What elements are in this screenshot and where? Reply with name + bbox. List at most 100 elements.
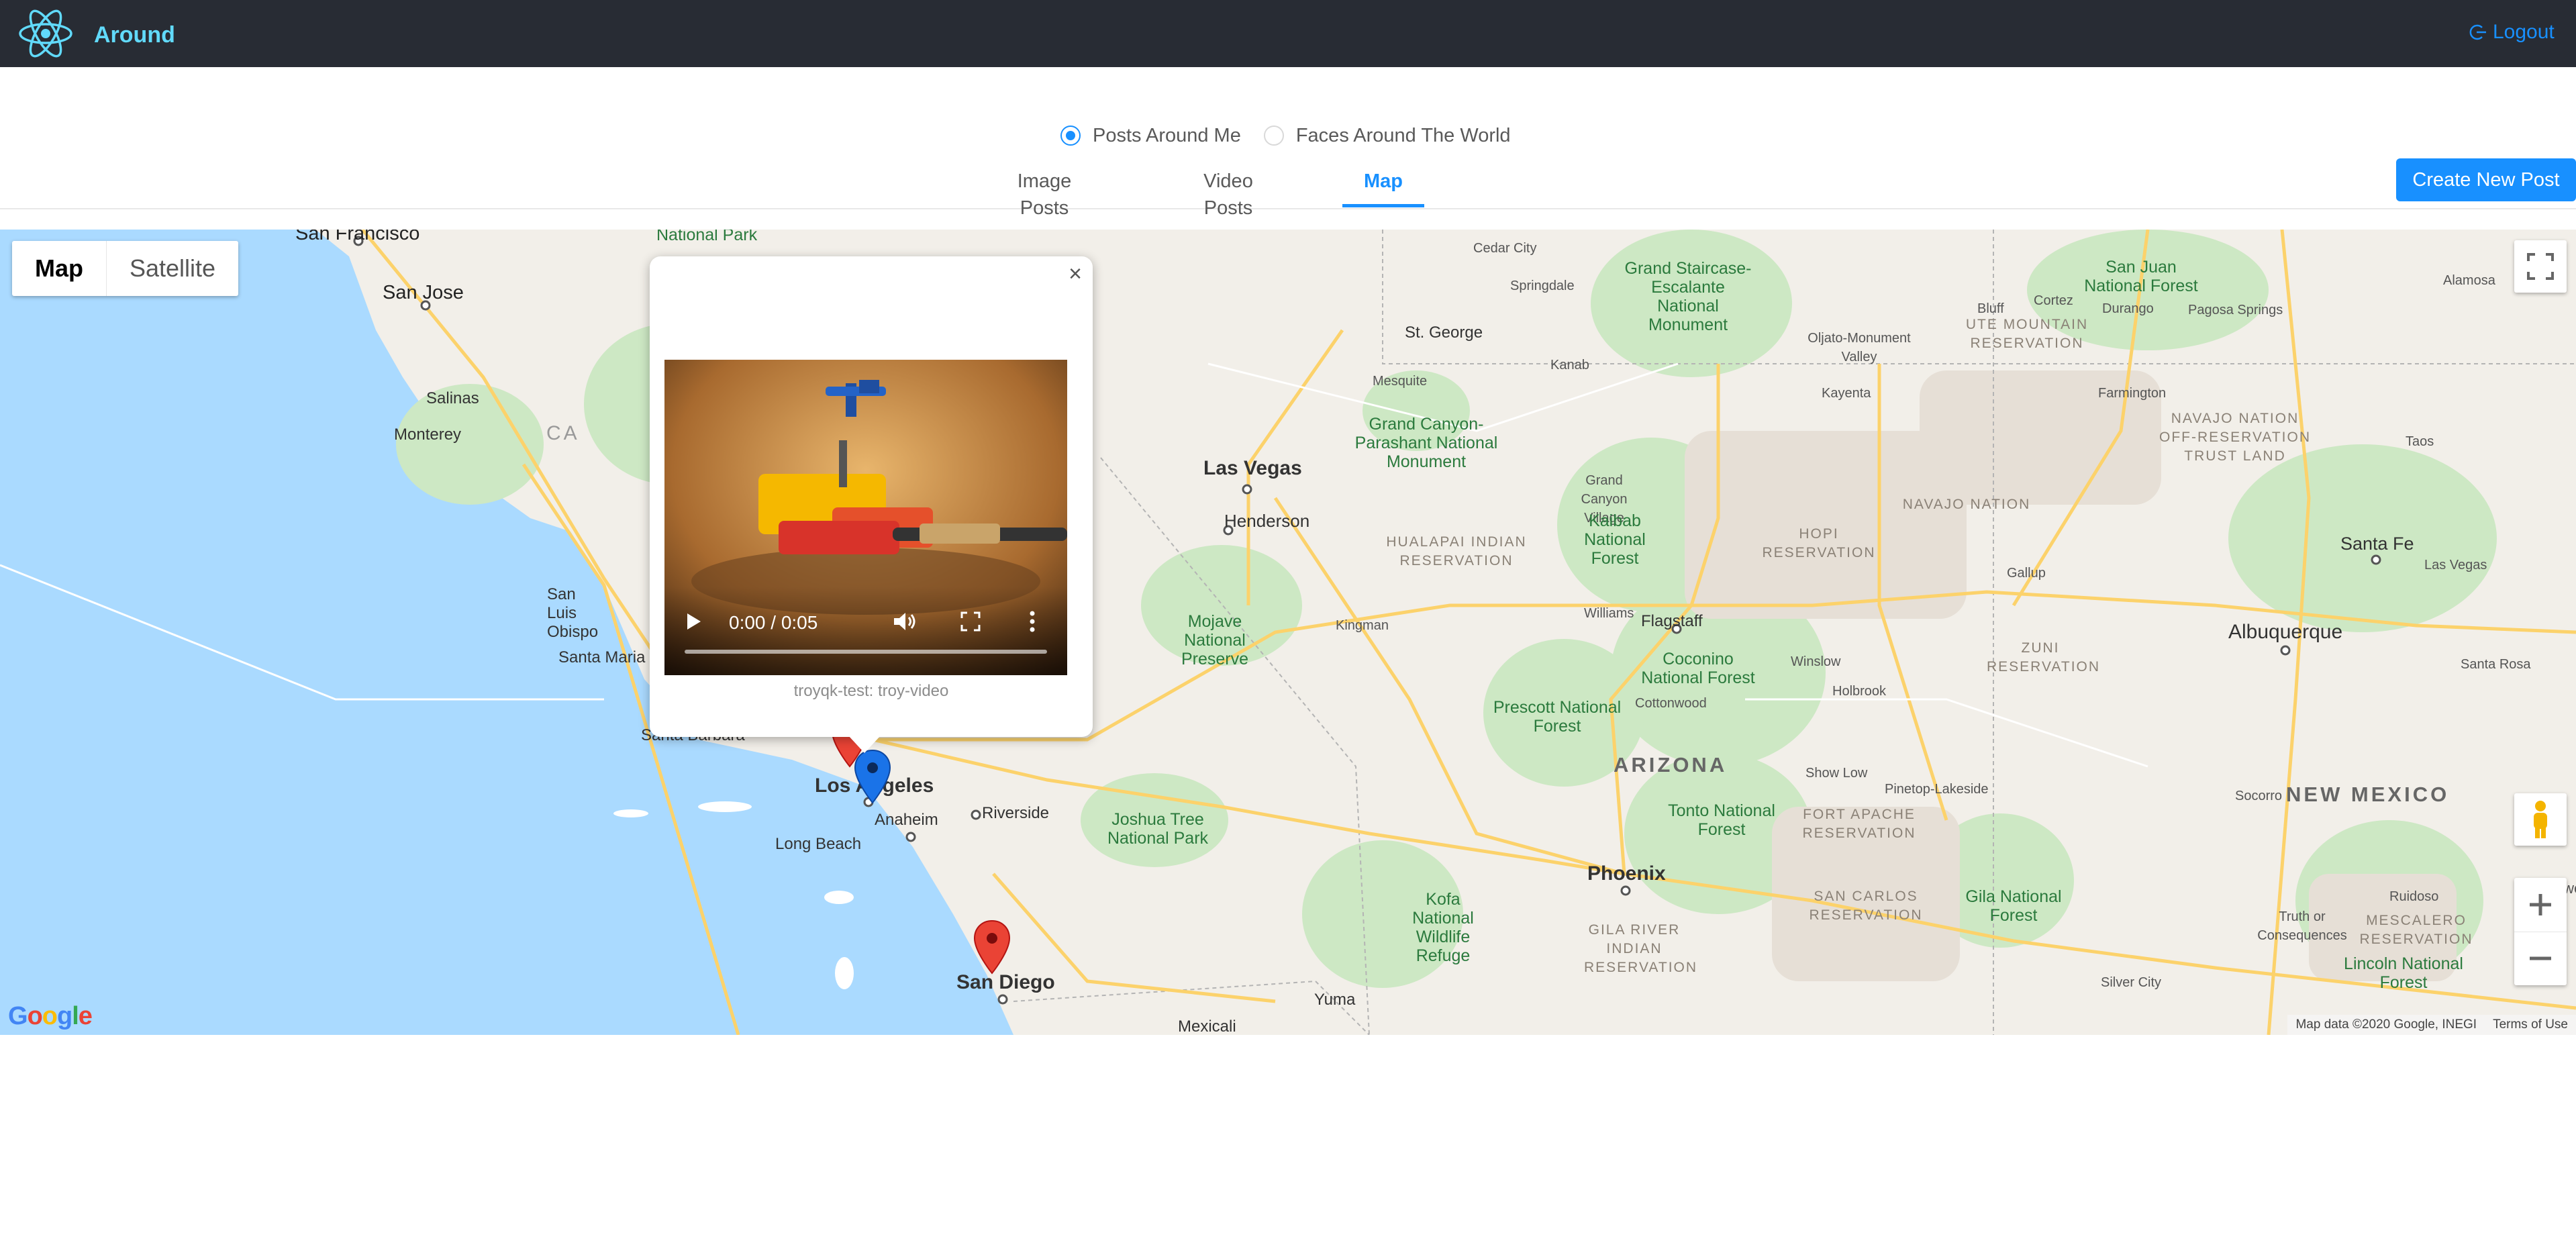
map-label-mesquite: Mesquite	[1373, 374, 1428, 389]
posts-filter-radio-group: Posts Around Me Faces Around The World	[1060, 121, 1511, 150]
radio-checked-icon	[1060, 126, 1081, 146]
zoom-in-button[interactable]	[2514, 878, 2567, 932]
tab-video-posts[interactable]: Video Posts	[1180, 168, 1277, 219]
map-label-cottonwood: Cottonwood	[1635, 696, 1707, 711]
map-label-pinetop: Pinetop-Lakeside	[1885, 782, 1989, 797]
map-label-farmington: Farmington	[2098, 386, 2167, 401]
map-label-santa-rosa: Santa Rosa	[2461, 657, 2531, 672]
map-label-hualapai: HUALAPAI INDIAN RESERVATION	[1386, 534, 1527, 568]
info-window-close-button[interactable]: ×	[1060, 259, 1090, 289]
app-title: Around	[94, 22, 175, 48]
post-caption: troyqk-test: troy-video	[793, 682, 949, 700]
map-label-kaibab: Kaibab National Forest	[1584, 511, 1646, 568]
terms-of-use-link[interactable]: Terms of Use	[2493, 1017, 2568, 1032]
map-label-mexicali: Mexicali	[1178, 1017, 1236, 1035]
map-type-control: Map Satellite	[12, 241, 238, 296]
pegman-icon	[2534, 801, 2547, 838]
map-label-las-vegas-nm: Las Vegas	[2424, 558, 2487, 572]
map-type-satellite-button[interactable]: Satellite	[107, 241, 238, 296]
play-button[interactable]	[679, 607, 709, 636]
map-label-riverside: Riverside	[982, 804, 1050, 822]
google-map[interactable]: San Francisco San Jose Salinas Monterey …	[0, 230, 2576, 1035]
google-logo: Google	[8, 1002, 93, 1030]
active-tab-indicator	[1342, 204, 1424, 207]
map-zoom-control	[2514, 878, 2567, 985]
map-label-long-beach: Long Beach	[775, 835, 862, 853]
map-label-arizona: ARIZONA	[1614, 753, 1728, 777]
map-label-san-carlos: SAN CARLOS RESERVATION	[1809, 889, 1923, 923]
minus-icon	[2530, 956, 2551, 960]
map-label-san-diego: San Diego	[956, 971, 1055, 993]
tab-image-posts[interactable]: Image Posts	[993, 168, 1095, 219]
map-label-cortez: Cortez	[2034, 293, 2073, 308]
map-label-joshua-tree: Joshua Tree National Park	[1107, 810, 1209, 848]
map-label-holbrook: Holbrook	[1832, 684, 1887, 699]
logout-link[interactable]: Logout	[2469, 19, 2576, 46]
post-tabs: Image Posts Video Posts Map	[0, 161, 2576, 219]
map-data-credit: Map data ©2020 Google, INEGI	[2295, 1017, 2477, 1032]
street-view-pegman[interactable]	[2514, 793, 2567, 846]
post-video-player[interactable]: 0:00 / 0:05	[664, 360, 1067, 675]
map-label-alamosa: Alamosa	[2443, 273, 2495, 288]
video-more-options-button[interactable]	[1018, 607, 1047, 636]
map-marker-blue-selected[interactable]	[852, 749, 893, 805]
map-label-show-low: Show Low	[1805, 766, 1868, 781]
map-label-zuni: ZUNI RESERVATION	[1987, 640, 2101, 675]
map-label-gila-forest: Gila National Forest	[1965, 887, 2062, 925]
video-controls: 0:00 / 0:05	[664, 587, 1067, 675]
map-marker-red[interactable]	[972, 919, 1012, 976]
create-new-post-button[interactable]: Create New Post	[2396, 158, 2576, 201]
map-label-navajo-offres: NAVAJO NATION OFF-RESERVATION TRUST LAND	[2159, 411, 2311, 464]
map-label-navajo-nation: NAVAJO NATION	[1902, 497, 2031, 512]
map-label-fort-apache: FORT APACHE RESERVATION	[1802, 807, 1916, 841]
map-label-truth-or-consequences: Truth or Consequences	[2257, 909, 2347, 943]
radio-faces-around-world[interactable]: Faces Around The World	[1263, 124, 1511, 147]
map-label-san-francisco: San Francisco	[295, 230, 420, 244]
tab-map[interactable]: Map	[1342, 168, 1424, 207]
radio-label: Faces Around The World	[1295, 124, 1511, 146]
map-label-kofa: Kofa National Wildlife Refuge	[1412, 890, 1474, 965]
map-label-prescott: Prescott National Forest	[1493, 698, 1622, 736]
radio-posts-around-me[interactable]: Posts Around Me	[1060, 125, 1241, 147]
map-label-flagstaff: Flagstaff	[1641, 612, 1703, 630]
map-info-window: × 0:00 / 0:05 troyqk-test: troy-video	[650, 256, 1093, 753]
map-label-ca-state: CA	[546, 422, 580, 444]
map-label-socorro: Socorro	[2235, 789, 2283, 803]
map-attribution: Map data ©2020 Google, INEGI Terms of Us…	[2287, 1015, 2576, 1035]
logout-icon	[2469, 24, 2486, 40]
map-label-williams: Williams	[1584, 606, 1634, 621]
map-label-mojave: Mojave National Preserve	[1181, 612, 1249, 668]
map-type-map-button[interactable]: Map	[12, 241, 107, 296]
zoom-out-button[interactable]	[2514, 932, 2567, 986]
map-label-bluff: Bluff	[1977, 301, 2004, 316]
map-label-ute: UTE MOUNTAIN RESERVATION	[1965, 317, 2089, 351]
map-label-lincoln: Lincoln National Forest	[2344, 954, 2463, 992]
fullscreen-video-button[interactable]	[956, 607, 985, 636]
map-label-yuma: Yuma	[1314, 991, 1356, 1009]
map-label-monterey: Monterey	[394, 426, 462, 444]
map-label-grand-canyon-parashant: Grand Canyon-Parashant National Monument	[1354, 415, 1498, 471]
map-label-coconino: Coconino National Forest	[1641, 650, 1755, 687]
plus-icon	[2530, 893, 2551, 915]
radio-unchecked-icon	[1263, 126, 1284, 146]
map-label-cedar-city: Cedar City	[1473, 241, 1537, 256]
map-label-ruidoso: Ruidoso	[2389, 889, 2439, 904]
map-label-taos: Taos	[2406, 434, 2434, 449]
map-label-salinas: Salinas	[426, 389, 479, 407]
map-label-durango: Durango	[2102, 301, 2154, 316]
volume-button[interactable]	[890, 607, 920, 636]
map-label-phoenix: Phoenix	[1587, 862, 1666, 885]
fullscreen-icon	[960, 611, 981, 632]
map-fullscreen-button[interactable]	[2514, 240, 2567, 293]
play-icon	[687, 613, 701, 630]
react-logo-icon	[19, 9, 72, 58]
video-time: 0:00 / 0:05	[729, 612, 818, 633]
map-label-kingman: Kingman	[1336, 618, 1389, 633]
map-label-kayenta: Kayenta	[1822, 386, 1871, 401]
map-label-silver-city: Silver City	[2101, 975, 2162, 990]
map-label-san-luis-obispo: San Luis Obispo	[547, 585, 599, 641]
radio-label: Posts Around Me	[1093, 124, 1241, 146]
map-label-gallup: Gallup	[2007, 566, 2046, 581]
video-progress-bar[interactable]	[685, 650, 1047, 654]
app-header: Around Logout	[0, 0, 2576, 67]
